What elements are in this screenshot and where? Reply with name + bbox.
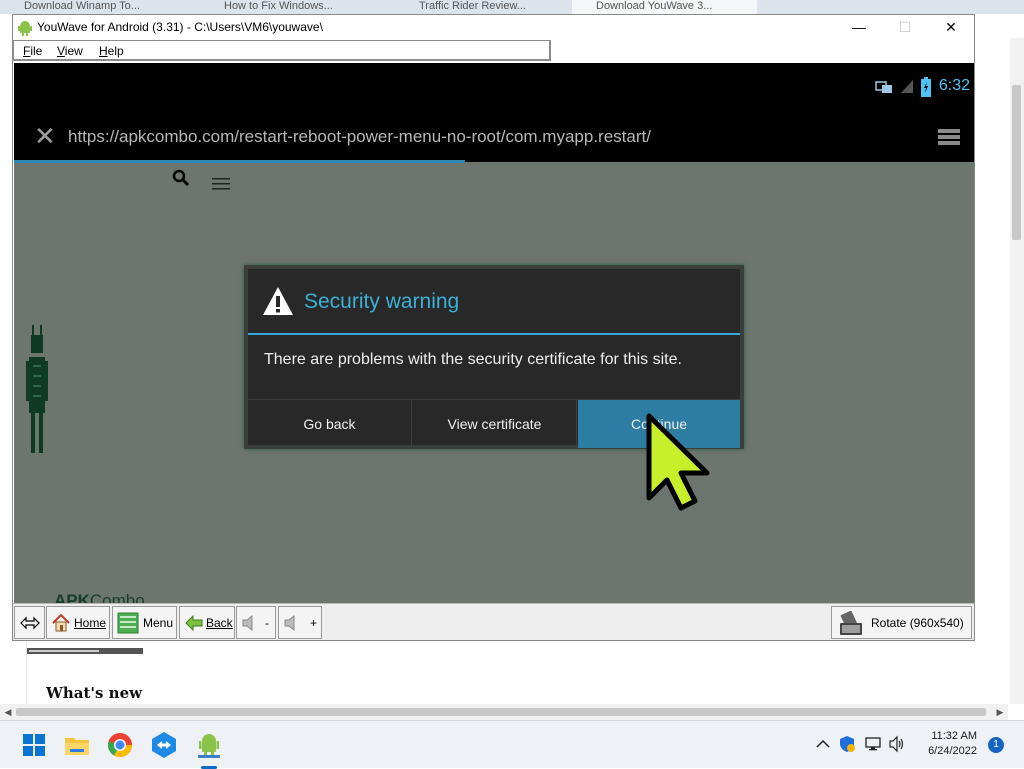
scroll-left-icon[interactable]: ◀ (0, 704, 16, 720)
url-field[interactable]: https://apkcombo.com/restart-reboot-powe… (68, 127, 651, 147)
close-button[interactable]: ✕ (928, 15, 974, 40)
windows-taskbar: 11:32 AM 6/24/2022 1 (0, 720, 1024, 769)
menu-file[interactable]: File (23, 44, 42, 58)
horizontal-scroll-thumb[interactable] (16, 708, 986, 716)
browser-tab[interactable]: Traffic Rider Review... (395, 0, 565, 14)
go-back-button[interactable]: Go back (248, 400, 412, 448)
windows-start-icon[interactable] (18, 729, 50, 761)
show-hidden-icons-chevron-icon[interactable] (814, 735, 832, 753)
scroll-right-icon[interactable]: ▶ (992, 704, 1008, 720)
speaker-icon (242, 615, 253, 631)
volume-tray-icon[interactable] (888, 735, 906, 753)
hamburger-menu-icon[interactable] (212, 177, 230, 191)
security-shield-icon[interactable] (838, 735, 856, 753)
minimize-button[interactable]: — (836, 15, 882, 40)
battery-icon (921, 77, 931, 97)
search-icon[interactable] (172, 169, 190, 187)
youwave-toolbar: Home Menu Back - + Rotate (960x540) (13, 603, 974, 640)
rotate-button[interactable]: Rotate (960x540) (831, 606, 972, 639)
youwave-android-taskbar-icon[interactable] (193, 729, 225, 761)
menu-view[interactable]: View (57, 44, 83, 58)
robot-illustration-icon (26, 325, 48, 453)
home-icon (52, 613, 70, 632)
stop-loading-icon[interactable]: ✕ (34, 123, 56, 149)
signal-icon (901, 80, 913, 93)
youwave-window: YouWave for Android (3.31) - C:\Users\VM… (12, 14, 975, 641)
dialog-title: Security warning (304, 290, 460, 313)
dialog-divider (248, 333, 740, 335)
menu-help[interactable]: Help (99, 44, 124, 58)
file-explorer-icon[interactable] (61, 729, 93, 761)
browser-horizontal-scrollbar[interactable]: ◀ ▶ (0, 704, 1008, 720)
menubar: File View Help (13, 40, 551, 61)
warning-icon (263, 287, 293, 315)
browser-tab[interactable]: How to Fix Windows... (200, 0, 385, 14)
dialog-message: There are problems with the security cer… (264, 351, 682, 368)
menu-button[interactable]: Menu (112, 606, 177, 639)
rotate-device-icon (840, 611, 862, 635)
mouse-cursor-icon (646, 413, 710, 511)
speaker-icon (284, 615, 295, 631)
network-icon (875, 81, 892, 93)
resize-arrows-icon (20, 616, 40, 630)
browser-page-content (26, 640, 976, 706)
page-screenshot-thumbnail (27, 640, 143, 658)
view-certificate-button[interactable]: View certificate (413, 400, 577, 448)
menu-list-icon (117, 612, 139, 634)
volume-down-button[interactable]: - (236, 606, 276, 639)
android-screen[interactable]: 6:32 ✕ https://apkcombo.com/restart-rebo… (14, 63, 974, 603)
browser-tabs-icon[interactable] (936, 126, 962, 148)
dialog-header: Security warning (248, 269, 740, 333)
status-clock: 6:32 (938, 77, 970, 94)
apkcombo-logo[interactable]: APKCombo (54, 591, 145, 603)
notification-badge[interactable]: 1 (988, 737, 1004, 753)
android-app-icon (18, 21, 32, 36)
network-tray-icon[interactable] (864, 735, 882, 753)
browser-url-bar[interactable]: ✕ https://apkcombo.com/restart-reboot-po… (14, 112, 974, 162)
maximize-button[interactable]: ☐ (882, 15, 928, 40)
volume-up-button[interactable]: + (278, 606, 322, 639)
window-title: YouWave for Android (3.31) - C:\Users\VM… (37, 20, 323, 34)
page-load-progress (14, 160, 466, 163)
browser-tab-active[interactable]: Download YouWave 3... (572, 0, 757, 14)
back-button[interactable]: Back (179, 606, 235, 639)
taskbar-clock[interactable]: 11:32 AM 6/24/2022 (905, 729, 977, 759)
fit-window-button[interactable] (14, 606, 45, 639)
window-titlebar[interactable]: YouWave for Android (3.31) - C:\Users\VM… (13, 15, 974, 40)
browser-vertical-scroll-thumb[interactable] (1012, 85, 1021, 240)
clock-time: 11:32 AM (931, 730, 977, 742)
chrome-icon[interactable] (104, 729, 136, 761)
clock-date: 6/24/2022 (928, 745, 977, 757)
whats-new-heading: What's new (46, 684, 143, 702)
home-button[interactable]: Home (46, 606, 110, 639)
browser-tab[interactable]: Download Winamp To... (0, 0, 190, 14)
teamviewer-icon[interactable] (148, 729, 180, 761)
android-status-bar: 6:32 (14, 63, 974, 112)
back-arrow-icon (185, 615, 203, 631)
background-browser-tabstrip: Download Winamp To... How to Fix Windows… (0, 0, 1024, 14)
